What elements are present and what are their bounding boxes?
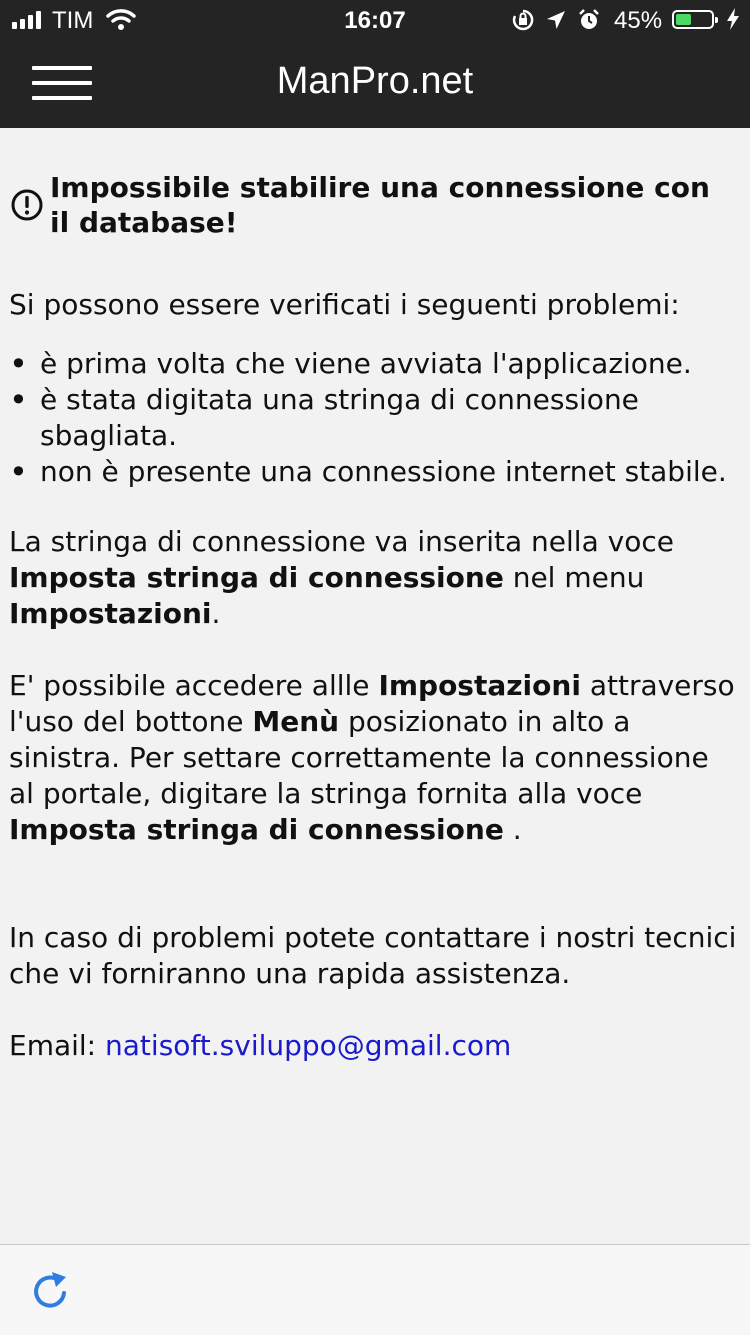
status-icons xyxy=(512,9,600,31)
intro-text: Si possono essere verificati i seguenti … xyxy=(9,288,680,321)
battery-percent: 45% xyxy=(614,7,663,34)
location-arrow-icon xyxy=(547,11,565,29)
error-heading: Impossibile stabilire una connessione co… xyxy=(9,170,737,240)
app-title: ManPro.net xyxy=(276,60,474,102)
top-bar: TIM 16:07 45% ManPro.net xyxy=(0,0,750,128)
email-label: Email: xyxy=(9,1029,106,1062)
error-content: Impossibile stabilire una connessione co… xyxy=(9,170,737,1064)
email-line: Email: natisoft.sviluppo@gmail.com xyxy=(9,1028,737,1064)
list-item: non è presente una connessione internet … xyxy=(9,454,737,490)
status-bar: TIM 16:07 45% xyxy=(0,0,750,40)
list-item: è stata digitata una stringa di connessi… xyxy=(9,382,737,454)
bottom-toolbar xyxy=(0,1244,750,1335)
instruction-paragraph: La stringa di connessione va inserita ne… xyxy=(9,525,674,630)
support-paragraph: In caso di problemi potete contattare i … xyxy=(9,921,737,990)
orientation-lock-icon xyxy=(512,9,534,31)
charging-bolt-icon xyxy=(726,7,740,38)
exclamation-circle-icon xyxy=(10,188,44,230)
settings-paragraph: E' possibile accedere allle Impostazioni… xyxy=(9,669,735,846)
error-heading-text: Impossibile stabilire una connessione co… xyxy=(50,171,710,239)
list-item: è prima volta che viene avviata l'applic… xyxy=(9,346,737,382)
email-link[interactable]: natisoft.sviluppo@gmail.com xyxy=(105,1029,511,1062)
reload-icon[interactable] xyxy=(28,1269,72,1317)
alarm-icon xyxy=(579,9,599,29)
battery-icon xyxy=(672,10,718,29)
problems-list: è prima volta che viene avviata l'applic… xyxy=(9,346,737,490)
